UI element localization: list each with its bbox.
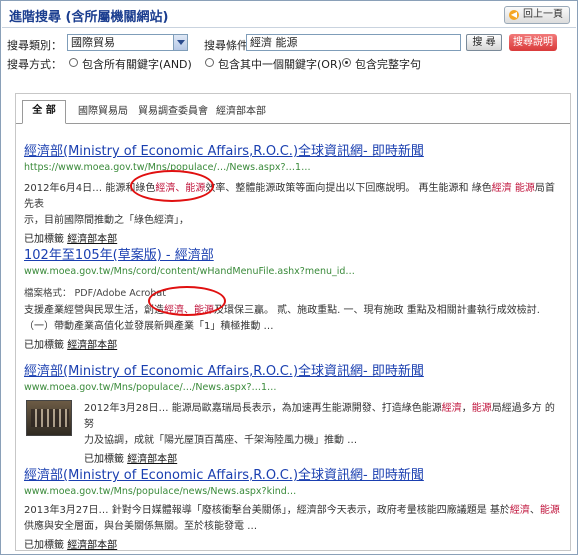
search-help-button[interactable]: 搜尋說明 xyxy=(509,34,557,51)
tab-trade-commission[interactable]: 貿易調查委員會 xyxy=(138,102,208,117)
tag-prefix: 已加標籤 xyxy=(24,340,64,351)
category-label: 搜尋類別： xyxy=(7,39,62,52)
result-item-3: 經濟部(Ministry of Economic Affairs,R.O.C.)… xyxy=(24,360,564,465)
result-tag: 已加標籤 經濟部本部 xyxy=(24,230,564,245)
tag-link[interactable]: 經濟部本部 xyxy=(67,540,117,551)
result-tag: 已加標籤 經濟部本部 xyxy=(24,536,564,551)
snippet-text: ， xyxy=(461,403,472,414)
back-button[interactable]: ◀ 回上一頁 xyxy=(504,6,570,24)
category-select[interactable]: 國際貿易 xyxy=(67,34,188,51)
back-button-label: 回上一頁 xyxy=(523,9,563,20)
radio-or-label[interactable]: 包含其中一個關鍵字(OR) xyxy=(218,56,342,72)
condition-input[interactable]: 經濟 能源 xyxy=(246,34,461,51)
snippet-text: 供應與安全層面，與台美關係無關。至於核能發電 … xyxy=(24,521,258,532)
result-title-link[interactable]: 經濟部(Ministry of Economic Affairs,R.O.C.)… xyxy=(24,140,564,159)
search-form-row-1: 搜尋類別： 國際貿易 搜尋條件： 經濟 能源 搜 尋 搜尋說明 xyxy=(7,34,573,53)
result-snippet: 2012年6月4日… 能源和綠色經濟、能源效率、整體能源政策等面向提出以下回應說… xyxy=(24,181,564,229)
snippet-text: 力及協調，成就「陽光屋頂百萬座、千架海陸風力機」推動 … xyxy=(84,435,358,446)
results-panel: 全 部 國際貿易局 貿易調查委員會 經濟部本部 經濟部(Ministry of … xyxy=(15,93,571,551)
result-tag: 已加標籤 經濟部本部 xyxy=(24,336,564,351)
snippet-text: 、 xyxy=(529,505,540,516)
news-photo-thumbnail[interactable] xyxy=(26,400,72,436)
result-snippet: 支援產業經營與民眾生活，創造經濟、能源及環保三贏。 貳、施政重點. 一、現有施政… xyxy=(24,303,564,335)
tag-link[interactable]: 經濟部本部 xyxy=(67,340,117,351)
tab-all[interactable]: 全 部 xyxy=(22,100,66,124)
snippet-highlight: 能源 xyxy=(539,505,560,516)
snippet-highlight: 能源 xyxy=(471,403,492,414)
result-snippet: 2012年3月28日… 能源局歐嘉瑞局長表示，為加速再生能源開發、打造綠色能源經… xyxy=(24,401,564,449)
search-window: 進階搜尋 (含所屬機關網站) ◀ 回上一頁 搜尋類別： 國際貿易 搜尋條件： 經… xyxy=(0,0,578,555)
snippet-highlight: 經濟 xyxy=(509,505,530,516)
tab-trade-bureau[interactable]: 國際貿易局 xyxy=(78,102,128,117)
results-tabs: 全 部 國際貿易局 貿易調查委員會 經濟部本部 xyxy=(16,94,570,124)
snippet-highlight: 經濟 xyxy=(441,403,462,414)
mode-label: 搜尋方式： xyxy=(7,58,62,71)
tab-moea[interactable]: 經濟部本部 xyxy=(216,102,266,117)
result-title-link[interactable]: 102年至105年(草案版) - 經濟部 xyxy=(24,244,564,263)
result-title-link[interactable]: 經濟部(Ministry of Economic Affairs,R.O.C.)… xyxy=(24,464,564,483)
snippet-text: 2012年3月28日… 能源局歐嘉瑞局長表示，為加速再生能源開發、打造綠色能源 xyxy=(84,403,442,414)
snippet-highlight: 經濟 能源 xyxy=(491,183,535,194)
result-tag: 已加標籤 經濟部本部 xyxy=(24,450,564,465)
result-file-format: 檔案格式： PDF/Adobe Acrobat xyxy=(24,288,166,299)
snippet-text: 效率、整體能源政策等面向提出以下回應說明。 再生能源和 綠色 xyxy=(205,183,492,194)
radio-or[interactable] xyxy=(205,58,214,67)
radio-and-label[interactable]: 包含所有關鍵字(AND) xyxy=(82,56,192,72)
page-header: 進階搜尋 (含所屬機關網站) ◀ 回上一頁 xyxy=(2,2,576,28)
back-arrow-icon: ◀ xyxy=(509,10,519,20)
tag-prefix: 已加標籤 xyxy=(24,540,64,551)
chevron-down-icon[interactable] xyxy=(173,35,187,50)
result-url: https://www.moea.gov.tw/Mns/populace/…/N… xyxy=(24,162,311,173)
page-title: 進階搜尋 (含所屬機關網站) xyxy=(9,10,169,25)
radio-and[interactable] xyxy=(69,58,78,67)
snippet-text: 及環保三贏。 貳、施政重點. 一、現有施政 重點及相關計畫執行成效檢討. xyxy=(214,305,540,316)
search-form-row-2: 搜尋方式： 包含所有關鍵字(AND) 包含其中一個關鍵字(OR) 包含完整字句 xyxy=(7,56,573,72)
snippet-text: 支援產業經營與民眾生活，創造 xyxy=(24,305,164,316)
search-button[interactable]: 搜 尋 xyxy=(466,34,502,51)
radio-exact[interactable] xyxy=(342,58,351,67)
result-item-4: 經濟部(Ministry of Economic Affairs,R.O.C.)… xyxy=(24,464,564,551)
result-snippet: 2013年3月27日… 針對今日媒體報導「廢核衝擊台美關係」，經濟部今天表示，政… xyxy=(24,503,564,535)
result-item-1: 經濟部(Ministry of Economic Affairs,R.O.C.)… xyxy=(24,140,564,245)
snippet-highlight: 經濟、能源 xyxy=(155,183,206,194)
snippet-text: （一）帶動產業高值化並發展新興產業「1」積極推動 … xyxy=(24,321,274,332)
result-url: www.moea.gov.tw/Mns/populace/…/News.aspx… xyxy=(24,382,277,393)
snippet-highlight: 經濟、能源 xyxy=(164,305,214,316)
result-url: www.moea.gov.tw/Mns/populace/news/News.a… xyxy=(24,486,297,497)
snippet-text: 2013年3月27日… 針對今日媒體報導「廢核衝擊台美關係」，經濟部今天表示，政… xyxy=(24,505,510,516)
snippet-text: 2012年6月4日… 能源和綠色 xyxy=(24,183,156,194)
result-url: www.moea.gov.tw/Mns/cord/content/wHandMe… xyxy=(24,266,355,277)
radio-exact-label[interactable]: 包含完整字句 xyxy=(355,56,421,72)
category-select-value: 國際貿易 xyxy=(71,36,115,49)
result-item-2: 102年至105年(草案版) - 經濟部 www.moea.gov.tw/Mns… xyxy=(24,244,564,351)
result-title-link[interactable]: 經濟部(Ministry of Economic Affairs,R.O.C.)… xyxy=(24,360,564,379)
snippet-text: 示，目前國際間推動之「綠色經濟」， xyxy=(24,215,189,226)
